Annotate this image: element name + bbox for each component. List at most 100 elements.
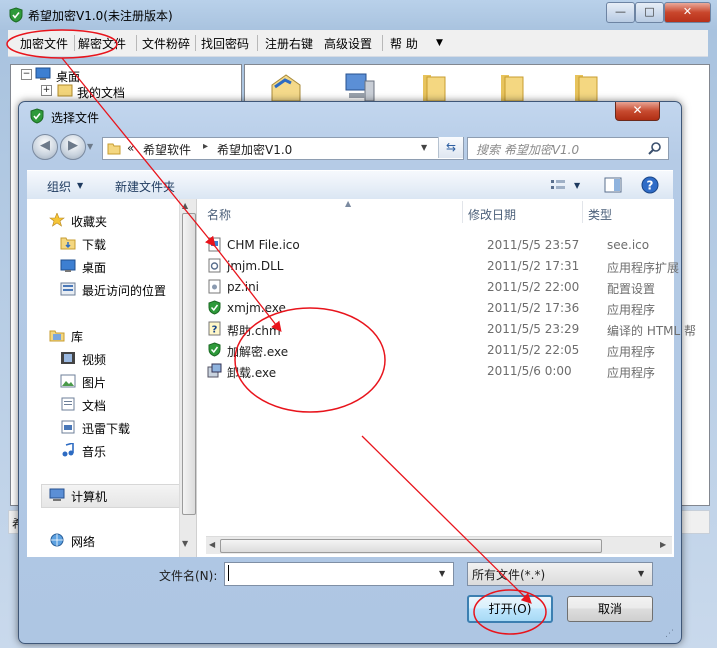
recent-pages-dropdown-icon[interactable]: ▼ [87, 142, 93, 151]
favorites-star-icon [49, 213, 65, 227]
menu-help[interactable]: 帮 助 [390, 35, 418, 52]
file-horizontal-scrollbar[interactable]: ◀ ▶ [206, 536, 672, 554]
open-button[interactable]: 打开(O) [467, 595, 553, 623]
menu-decrypt-file[interactable]: 解密文件 [78, 35, 126, 52]
scroll-up-arrow-icon[interactable]: ▲ [182, 201, 188, 210]
column-header-name[interactable]: 名称 [207, 206, 231, 223]
nav-downloads[interactable]: 下载 [82, 236, 106, 253]
nav-music[interactable]: 音乐 [82, 443, 106, 460]
nav-vertical-scrollbar[interactable]: ▲ ▼ [179, 199, 197, 557]
thunder-downloads-icon [61, 420, 75, 434]
breadcrumb-item-current-folder[interactable]: 希望加密V1.0 [217, 141, 292, 158]
filetype-value: 所有文件(*.*) [472, 568, 546, 582]
menu-shred-file[interactable]: 文件粉碎 [142, 35, 190, 52]
minimize-button[interactable]: — [606, 2, 635, 23]
menu-encrypt-file[interactable]: 加密文件 [20, 35, 68, 52]
nav-computer[interactable]: 计算机 [71, 488, 107, 505]
filename-input[interactable]: ▼ [224, 562, 454, 586]
menu-advanced-settings[interactable]: 高级设置 [324, 35, 372, 52]
search-box[interactable]: 搜索 希望加密V1.0 [467, 137, 669, 160]
filetype-dropdown-icon[interactable]: ▼ [638, 569, 644, 578]
column-header-type[interactable]: 类型 [588, 206, 612, 223]
main-close-button[interactable]: ✕ [664, 2, 711, 23]
folder-icon [501, 75, 524, 102]
menu-register-context[interactable]: 注册右键 [265, 35, 313, 52]
address-dropdown-icon[interactable]: ▼ [421, 143, 427, 152]
file-list-pane[interactable]: ▲ 名称 修改日期 类型 CHM File.ico 2011/5/5 23:57… [196, 199, 696, 557]
column-separator[interactable] [582, 201, 583, 223]
dialog-close-button[interactable]: ✕ [615, 102, 660, 121]
nav-network[interactable]: 网络 [71, 533, 95, 550]
organize-button[interactable]: 组织 [47, 178, 71, 195]
nav-thunder-downloads[interactable]: 迅雷下载 [82, 420, 130, 437]
file-date: 2011/5/6 0:00 [487, 364, 572, 378]
tree-item-my-documents[interactable]: 我的文档 [77, 84, 125, 101]
maximize-button[interactable]: □ [635, 2, 664, 23]
scroll-down-arrow-icon[interactable]: ▼ [182, 539, 188, 548]
desktop-icon [60, 259, 76, 272]
nav-pictures[interactable]: 图片 [82, 374, 106, 391]
nav-desktop[interactable]: 桌面 [82, 259, 106, 276]
scroll-thumb[interactable] [220, 539, 602, 553]
text-cursor [228, 565, 229, 581]
help-icon[interactable]: ? [641, 176, 659, 194]
new-folder-button[interactable]: 新建文件夹 [115, 178, 175, 195]
column-separator[interactable] [462, 201, 463, 223]
nav-documents[interactable]: 文档 [82, 397, 106, 414]
nav-favorites[interactable]: 收藏夹 [71, 213, 107, 230]
file-row[interactable]: CHM File.ico 2011/5/5 23:57 see.ico [207, 235, 667, 255]
file-row[interactable]: pz.ini 2011/5/2 22:00 配置设置 [207, 277, 667, 297]
file-row[interactable]: 加解密.exe 2011/5/2 22:05 应用程序 [207, 340, 667, 360]
view-options-icon[interactable] [550, 178, 566, 192]
search-icon[interactable] [648, 141, 662, 155]
cancel-button[interactable]: 取消 [567, 596, 653, 622]
resize-grip-icon[interactable]: ⋰ [665, 629, 674, 639]
file-name: pz.ini [227, 280, 260, 294]
address-bar[interactable]: « 希望软件 ▸ 希望加密V1.0 ▼ [102, 137, 464, 160]
file-name: 帮助.chm [227, 324, 281, 338]
scroll-right-arrow-icon[interactable]: ▶ [660, 540, 666, 549]
file-row[interactable]: 卸载.exe 2011/5/6 0:00 应用程序 [207, 361, 667, 381]
file-date: 2011/5/2 22:05 [487, 343, 580, 357]
scroll-left-arrow-icon[interactable]: ◀ [209, 540, 215, 549]
scroll-thumb[interactable] [182, 213, 196, 515]
preview-pane-icon[interactable] [604, 177, 622, 193]
organize-dropdown-icon[interactable]: ▼ [77, 181, 83, 190]
file-type: 配置设置 [607, 282, 656, 296]
file-row[interactable]: jmjm.DLL 2011/5/2 17:31 应用程序扩展 [207, 256, 679, 276]
tree-collapse-icon[interactable]: − [21, 69, 32, 80]
menu-more-dropdown-icon[interactable]: ▼ [436, 38, 443, 48]
nav-videos[interactable]: 视频 [82, 351, 106, 368]
file-type: 应用程序 [607, 303, 656, 317]
documents-icon [61, 397, 75, 411]
view-dropdown-icon[interactable]: ▼ [574, 181, 580, 190]
menu-separator [195, 35, 196, 51]
menu-separator [74, 35, 75, 51]
filetype-select[interactable]: 所有文件(*.*) ▼ [467, 562, 653, 586]
menu-recover-password[interactable]: 找回密码 [201, 35, 249, 52]
forward-button[interactable]: ▶ [60, 134, 86, 160]
tree-expand-icon[interactable]: + [41, 85, 52, 96]
breadcrumb-item-xiwang-software[interactable]: 希望软件 [143, 141, 191, 158]
folder-icon [107, 143, 121, 155]
chm-help-icon: ? [208, 321, 221, 336]
file-row[interactable]: ? 帮助.chm 2011/5/5 23:29 编译的 HTML 帮 [207, 319, 696, 339]
file-type: 应用程序 [607, 345, 656, 359]
back-button[interactable]: ◀ [32, 134, 58, 160]
navigation-pane[interactable]: 收藏夹 下载 桌面 最近访问的位置 库 视频 图片 文档 迅雷下载 音乐 计算机… [27, 199, 181, 557]
ico-file-icon [208, 237, 221, 252]
network-icon [50, 533, 64, 547]
nav-libraries[interactable]: 库 [71, 328, 83, 345]
shield-exe-icon [208, 342, 221, 357]
nav-recent-places[interactable]: 最近访问的位置 [82, 282, 166, 299]
menu-separator [257, 35, 258, 51]
file-row[interactable]: xmjm.exe 2011/5/2 17:36 应用程序 [207, 298, 667, 318]
filename-dropdown-icon[interactable]: ▼ [439, 569, 445, 578]
column-header-date[interactable]: 修改日期 [468, 206, 516, 223]
breadcrumb-overflow[interactable]: « [127, 141, 134, 155]
refresh-button[interactable]: ⇆ [438, 137, 463, 158]
main-title-bar[interactable]: 希望加密V1.0(未注册版本) — □ ✕ [0, 0, 717, 30]
search-placeholder: 搜索 希望加密V1.0 [476, 143, 580, 157]
ini-file-icon [208, 279, 221, 294]
breadcrumb-separator[interactable]: ▸ [203, 141, 208, 152]
